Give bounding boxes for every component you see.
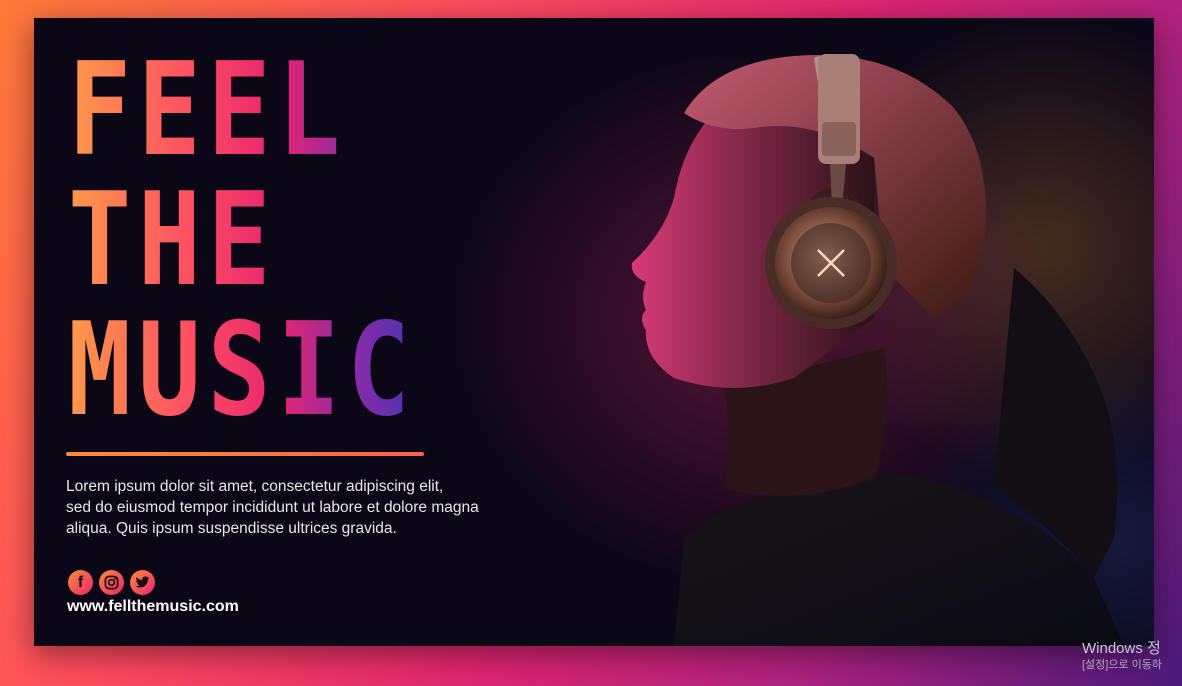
- headline-line-2: THE: [68, 166, 278, 315]
- headline-line-1: FEEL: [68, 36, 348, 185]
- body-text: Lorem ipsum dolor sit amet, consectetur …: [66, 476, 586, 539]
- headline-underline: [66, 452, 424, 456]
- headline-line-3: MUSIC: [68, 296, 417, 445]
- instagram-icon[interactable]: [99, 570, 124, 595]
- social-icons: f: [68, 570, 155, 595]
- music-banner: FEEL THE MUSIC Lorem ipsum dolor sit ame…: [34, 18, 1154, 646]
- twitter-icon[interactable]: [130, 570, 155, 595]
- headline: FEEL THE MUSIC: [68, 46, 417, 436]
- windows-activation-watermark: Windows 정 [설정]으로 이동하: [1082, 640, 1162, 672]
- facebook-icon[interactable]: f: [68, 570, 93, 595]
- watermark-line-1: Windows 정: [1082, 640, 1161, 657]
- body-line-2: sed do eiusmod tempor incididunt ut labo…: [66, 499, 479, 516]
- twitter-glyph: [135, 576, 150, 588]
- facebook-glyph: f: [77, 573, 84, 591]
- website-url[interactable]: www.fellthemusic.com: [67, 598, 239, 616]
- body-line-3: aliqua. Quis ipsum suspendisse ultrices …: [66, 520, 397, 537]
- body-line-1: Lorem ipsum dolor sit amet, consectetur …: [66, 478, 444, 495]
- instagram-glyph: [104, 575, 119, 590]
- watermark-line-2: [설정]으로 이동하: [1082, 659, 1163, 671]
